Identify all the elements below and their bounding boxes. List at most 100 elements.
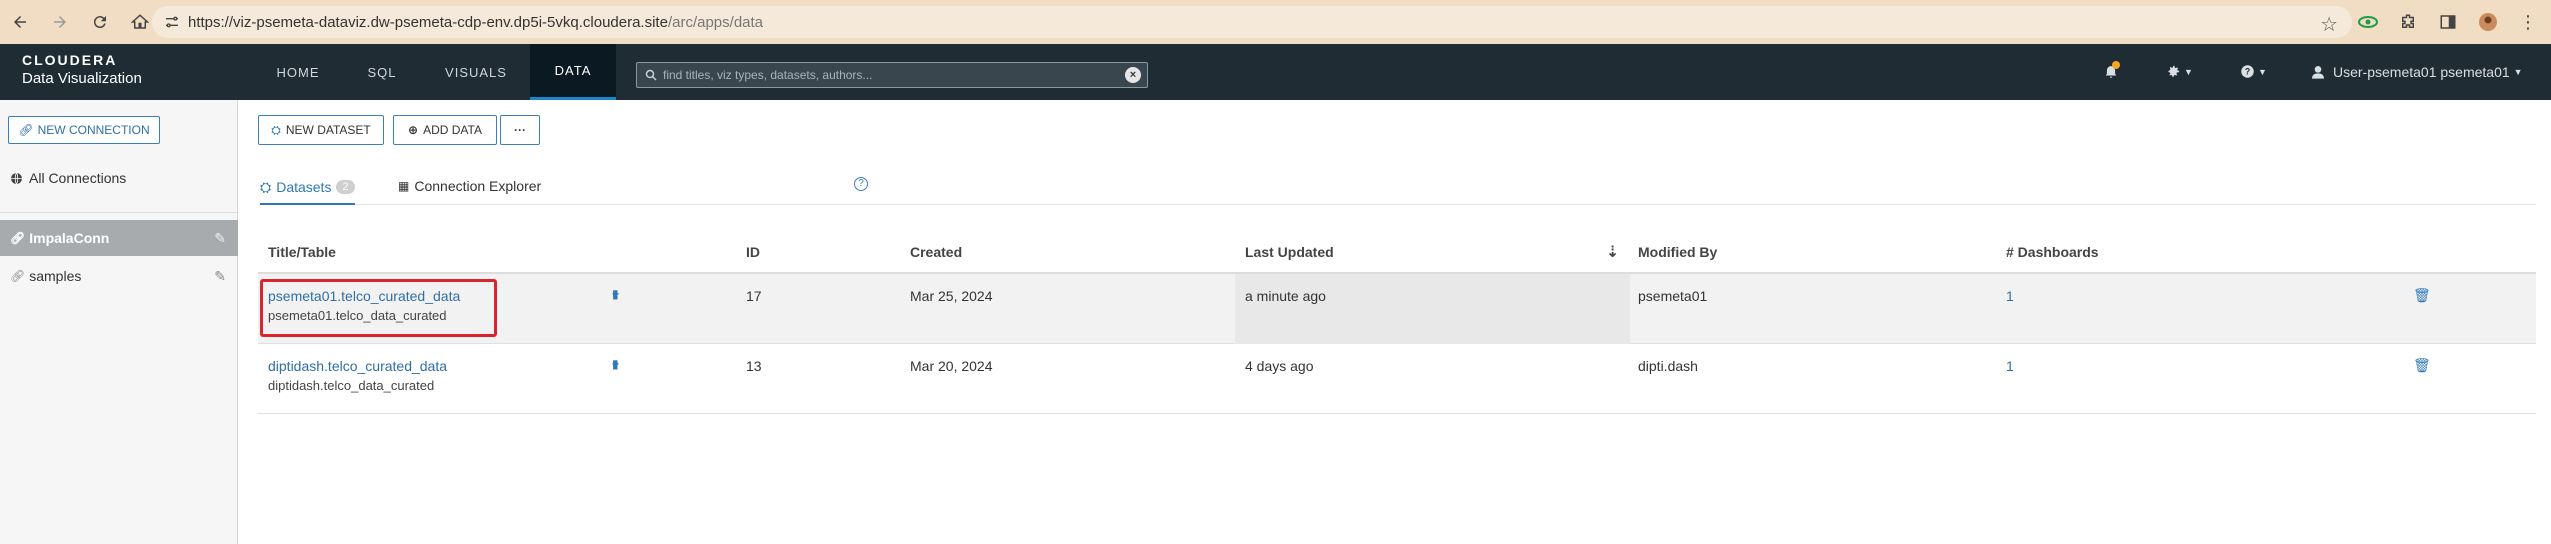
new-connection-label: NEW CONNECTION	[37, 123, 150, 137]
link-icon: 🔗︎	[10, 269, 26, 283]
user-menu[interactable]: User-psemeta01 psemeta01 ▼	[2312, 64, 2523, 80]
dataset-dashboards-count[interactable]: 1	[2006, 288, 2014, 304]
extensions-puzzle-icon[interactable]	[2398, 12, 2418, 32]
dataset-created: Mar 20, 2024	[910, 358, 993, 374]
app-header: CLOUDERA Data Visualization HOME SQL VIS…	[0, 44, 2551, 100]
user-icon	[2312, 66, 2324, 79]
back-button[interactable]	[0, 0, 40, 44]
chevron-down-icon: ▼	[2513, 67, 2523, 77]
svg-text:?: ?	[2245, 67, 2250, 77]
datasets-count-badge: 2	[336, 180, 355, 194]
arrow-left-icon	[14, 16, 26, 28]
nav-visuals[interactable]: VISUALS	[430, 44, 522, 100]
table-grid-icon: ▦	[398, 179, 410, 193]
url-text: https://viz-psemeta-dataviz.dw-psemeta-c…	[188, 14, 763, 31]
sidebar-divider	[0, 212, 238, 213]
dataset-last-updated: a minute ago	[1245, 288, 1326, 304]
app-logo[interactable]: CLOUDERA Data Visualization	[22, 52, 142, 87]
link-icon: 🔗︎	[18, 123, 34, 137]
new-dataset-button[interactable]: ⛭ NEW DATASET	[258, 115, 384, 145]
help-menu-icon[interactable]: ? ▼	[2240, 64, 2267, 79]
delete-trash-icon[interactable]: 🗑︎	[2413, 287, 2431, 304]
notification-dot	[2112, 61, 2120, 69]
col-last-updated[interactable]: Last Updated	[1245, 244, 1334, 260]
tab-datasets-label: Datasets	[276, 179, 332, 195]
browser-toolbar: https://viz-psemeta-dataviz.dw-psemeta-c…	[0, 0, 2551, 44]
sort-desc-icon[interactable]: ⇣	[1606, 242, 1619, 262]
new-dataset-label: NEW DATASET	[285, 123, 371, 137]
global-search[interactable]: ×	[636, 62, 1148, 88]
settings-gear-icon[interactable]: ▼	[2166, 64, 2193, 79]
home-icon	[131, 14, 149, 29]
all-connections-link[interactable]: All Connections	[10, 170, 126, 186]
datasets-table: Title/Table ID Created Last Updated ⇣ Mo…	[258, 232, 2536, 414]
browser-extensions: ⋮	[2358, 0, 2538, 44]
brand-product: Data Visualization	[22, 70, 142, 87]
dataset-modified-by: psemeta01	[1638, 288, 1708, 304]
help-icon[interactable]: ?	[854, 177, 868, 191]
connections-sidebar: 🔗︎ NEW CONNECTION All Connections 🔗︎ Imp…	[0, 100, 238, 544]
reload-button[interactable]	[80, 0, 120, 44]
dataset-table-name: psemeta01.telco_data_curated	[268, 308, 447, 323]
col-id[interactable]: ID	[746, 244, 760, 260]
delete-trash-icon[interactable]: 🗑︎	[2413, 357, 2431, 374]
user-name: User-psemeta01 psemeta01	[2333, 64, 2510, 80]
address-bar[interactable]: https://viz-psemeta-dataviz.dw-psemeta-c…	[152, 6, 2352, 38]
url-path: /arc/apps/data	[667, 13, 764, 31]
sidebar-item-samples[interactable]: 🔗︎ samples ✎	[0, 258, 238, 294]
table-row[interactable]: psemeta01.telco_curated_data psemeta01.t…	[258, 274, 2536, 344]
edit-pencil-icon[interactable]: ✎	[214, 268, 226, 285]
dataset-icon: ⛭	[271, 122, 281, 137]
arrow-right-icon	[54, 16, 66, 28]
dataset-title-link[interactable]: psemeta01.telco_curated_data	[268, 288, 460, 304]
side-panel-icon[interactable]	[2438, 12, 2458, 32]
data-tabs: ⛭ Datasets 2 ▦ Connection Explorer ?	[258, 165, 2536, 205]
globe-icon	[11, 172, 22, 184]
connection-label: ImpalaConn	[29, 230, 110, 246]
dataset-created: Mar 25, 2024	[910, 288, 993, 304]
col-modified-by[interactable]: Modified By	[1638, 244, 1717, 260]
col-created[interactable]: Created	[910, 244, 962, 260]
search-input[interactable]	[663, 68, 1123, 82]
dataset-last-updated: 4 days ago	[1245, 358, 1314, 374]
site-info-icon[interactable]	[156, 6, 188, 38]
more-actions-button[interactable]: ···	[500, 115, 540, 145]
link-icon: 🔗︎	[10, 231, 26, 245]
new-connection-button[interactable]: 🔗︎ NEW CONNECTION	[8, 116, 160, 144]
brand-name: CLOUDERA	[22, 52, 118, 68]
plus-circle-icon: ⊕	[408, 123, 419, 137]
col-title[interactable]: Title/Table	[268, 244, 336, 260]
nav-home[interactable]: HOME	[256, 44, 340, 100]
sorted-column-shade	[1235, 274, 1630, 344]
connection-label: samples	[29, 268, 82, 284]
table-row[interactable]: diptidash.telco_curated_data diptidash.t…	[258, 344, 2536, 414]
col-dashboards[interactable]: # Dashboards	[2006, 244, 2099, 260]
dataset-title-link[interactable]: diptidash.telco_curated_data	[268, 358, 447, 374]
dataset-table-name: diptidash.telco_data_curated	[268, 378, 435, 393]
notifications-bell-icon[interactable]	[2104, 61, 2120, 80]
browser-menu-icon[interactable]: ⋮	[2518, 12, 2538, 32]
clear-search-icon[interactable]: ×	[1125, 67, 1141, 83]
search-icon	[645, 69, 657, 81]
bar-chart-icon: ▮	[612, 357, 619, 371]
add-data-button[interactable]: ⊕ ADD DATA	[393, 115, 497, 145]
url-host: https://viz-psemeta-dataviz.dw-psemeta-c…	[188, 13, 668, 31]
nav-data[interactable]: DATA	[530, 44, 616, 100]
nav-sql[interactable]: SQL	[345, 44, 419, 100]
extension-eye-icon[interactable]	[2358, 12, 2378, 32]
dataset-id: 13	[746, 358, 762, 374]
all-connections-label: All Connections	[29, 170, 127, 186]
tab-connection-explorer[interactable]: ▦ Connection Explorer	[398, 169, 541, 203]
sidebar-item-impalaconn[interactable]: 🔗︎ ImpalaConn ✎	[0, 220, 238, 256]
forward-button[interactable]	[40, 0, 80, 44]
reload-icon	[93, 16, 106, 29]
dataset-icon: ⛭	[260, 178, 272, 195]
bookmark-star-icon[interactable]: ☆	[2320, 12, 2338, 37]
edit-pencil-icon[interactable]: ✎	[214, 230, 226, 247]
dataset-modified-by: dipti.dash	[1638, 358, 1698, 374]
dataset-id: 17	[746, 288, 762, 304]
bar-chart-icon: ▮	[612, 287, 619, 301]
profile-avatar-icon[interactable]	[2478, 12, 2498, 32]
dataset-dashboards-count[interactable]: 1	[2006, 358, 2014, 374]
tab-datasets[interactable]: ⛭ Datasets 2	[260, 171, 355, 205]
